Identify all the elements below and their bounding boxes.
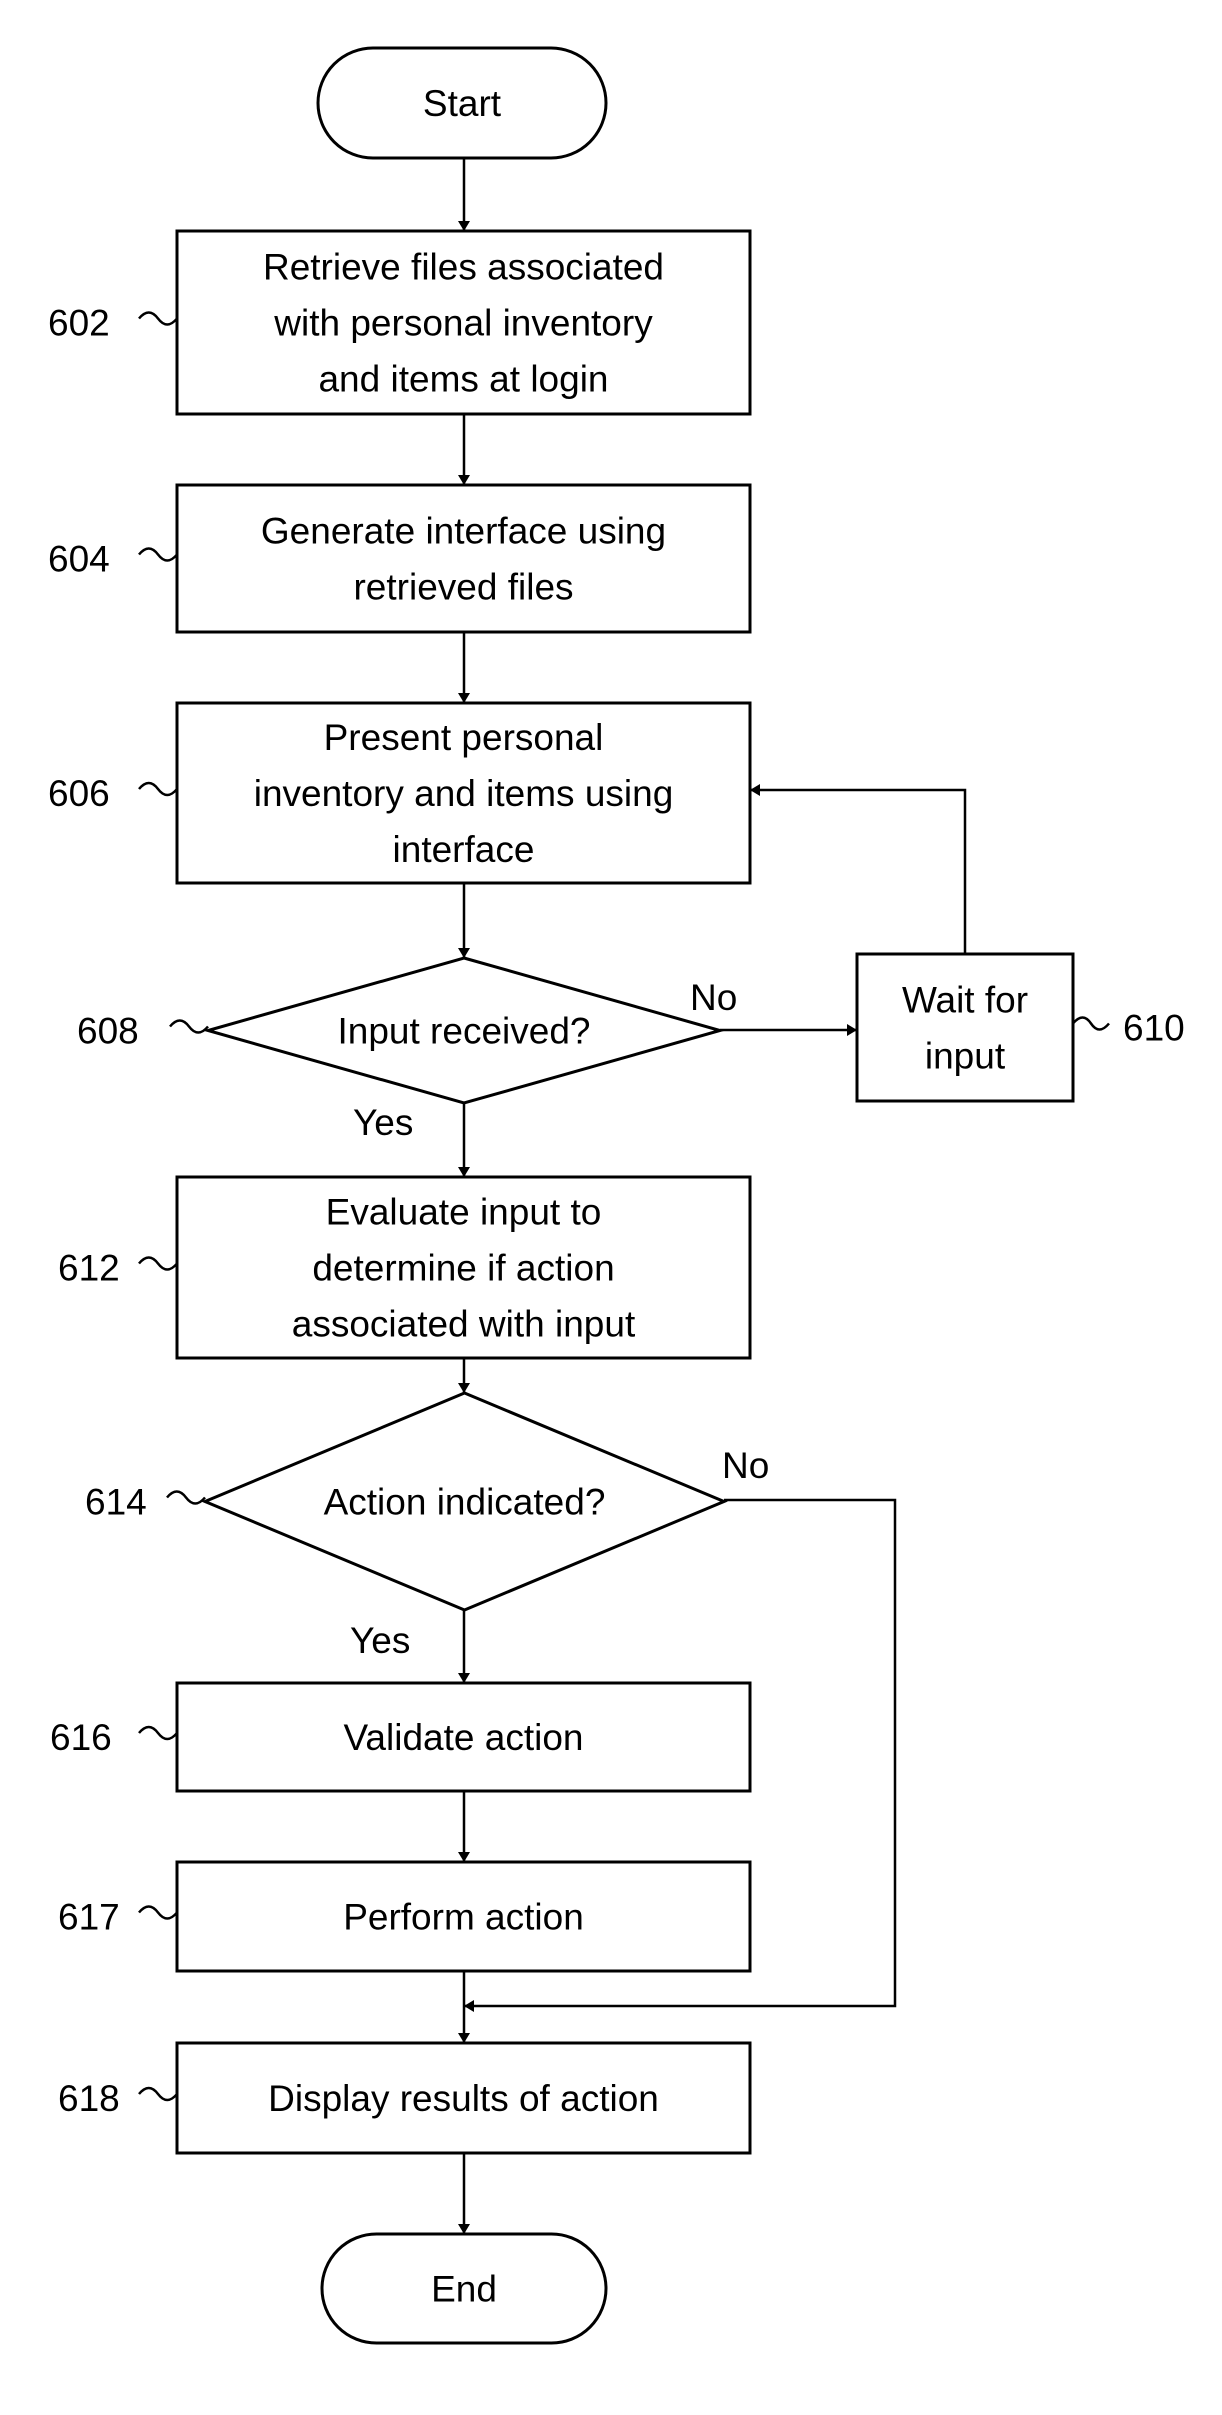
ref-tilde-icon (138, 1905, 178, 1920)
edge-label-yes: Yes (353, 1102, 413, 1143)
edge-label-no: No (690, 977, 737, 1018)
ref-number-608: 608 (77, 1011, 139, 1052)
node-610-text-line: input (925, 1036, 1006, 1077)
edge-610-606 (750, 784, 967, 954)
flowchart: Start Retrieve files associated with perso… (48, 46, 1185, 2345)
ref-number-602: 602 (48, 303, 110, 344)
node-606: Present personal inventory and items usin… (48, 701, 752, 885)
ref-tilde-icon (138, 547, 178, 562)
604-process-shape (175, 483, 752, 634)
ref-tilde-icon (138, 1256, 178, 1271)
ref-number-606: 606 (48, 773, 110, 814)
node-618-text-line: Display results of action (268, 2078, 659, 2119)
node-start-text-line: Start (423, 83, 502, 124)
ref-tilde-icon (138, 2086, 178, 2102)
ref-number-604: 604 (48, 539, 110, 580)
node-614-text-line: Action indicated? (324, 1482, 606, 1523)
node-604: Generate interface using retrieved files 6… (48, 483, 752, 634)
node-616-text-line: Validate action (344, 1717, 584, 1758)
node-606-text-line: Present personal (324, 717, 604, 758)
node-612: Evaluate input to determine if action asso… (58, 1175, 752, 1360)
node-602: Retrieve files associated with personal i… (48, 229, 752, 416)
node-618: Display results of action 618 (58, 2041, 752, 2155)
node-end-text-line: End (431, 2269, 497, 2310)
node-614: Action indicated? 614 (85, 1391, 728, 1612)
node-610-text-line: Wait for (902, 980, 1028, 1021)
node-617: Perform action 617 (58, 1860, 752, 1973)
ref-tilde-icon (138, 781, 178, 797)
edge-label-no: No (722, 1445, 769, 1486)
node-end: End (320, 2232, 608, 2345)
node-604-text-line: retrieved files (353, 567, 573, 608)
node-602-text-line: Retrieve files associated (263, 247, 664, 288)
ref-tilde-icon (138, 311, 178, 326)
node-602-text-line: with personal inventory (273, 303, 653, 344)
node-604-text-line: Generate interface using (261, 511, 666, 552)
ref-tilde-icon (166, 1490, 206, 1505)
node-616: Validate action 616 (50, 1681, 752, 1793)
ref-number-610: 610 (1123, 1008, 1185, 1049)
ref-number-618: 618 (58, 2078, 120, 2119)
ref-tilde-icon (169, 1019, 209, 1034)
node-612-text-line: associated with input (292, 1304, 636, 1345)
node-617-text-line: Perform action (343, 1897, 584, 1938)
node-602-text-line: and items at login (318, 359, 608, 400)
node-608: Input received? 608 (77, 956, 726, 1105)
ref-number-616: 616 (50, 1717, 112, 1758)
ref-number-614: 614 (85, 1482, 147, 1523)
ref-tilde-icon (138, 1725, 178, 1741)
ref-number-612: 612 (58, 1248, 120, 1289)
node-612-text-line: determine if action (312, 1248, 614, 1289)
edge-label-yes: Yes (350, 1620, 410, 1661)
node-606-text-line: inventory and items using (254, 773, 674, 814)
ref-tilde-icon (1072, 1016, 1110, 1031)
node-612-text-line: Evaluate input to (326, 1192, 602, 1233)
node-606-text-line: interface (393, 829, 535, 870)
node-608-text-line: Input received? (337, 1011, 590, 1052)
node-start: Start (316, 46, 608, 160)
nodes: Start Retrieve files associated with perso… (48, 46, 1185, 2345)
610-process-shape (855, 952, 1075, 1103)
ref-number-617: 617 (58, 1897, 120, 1938)
node-610: Wait for input 610 (855, 952, 1185, 1103)
